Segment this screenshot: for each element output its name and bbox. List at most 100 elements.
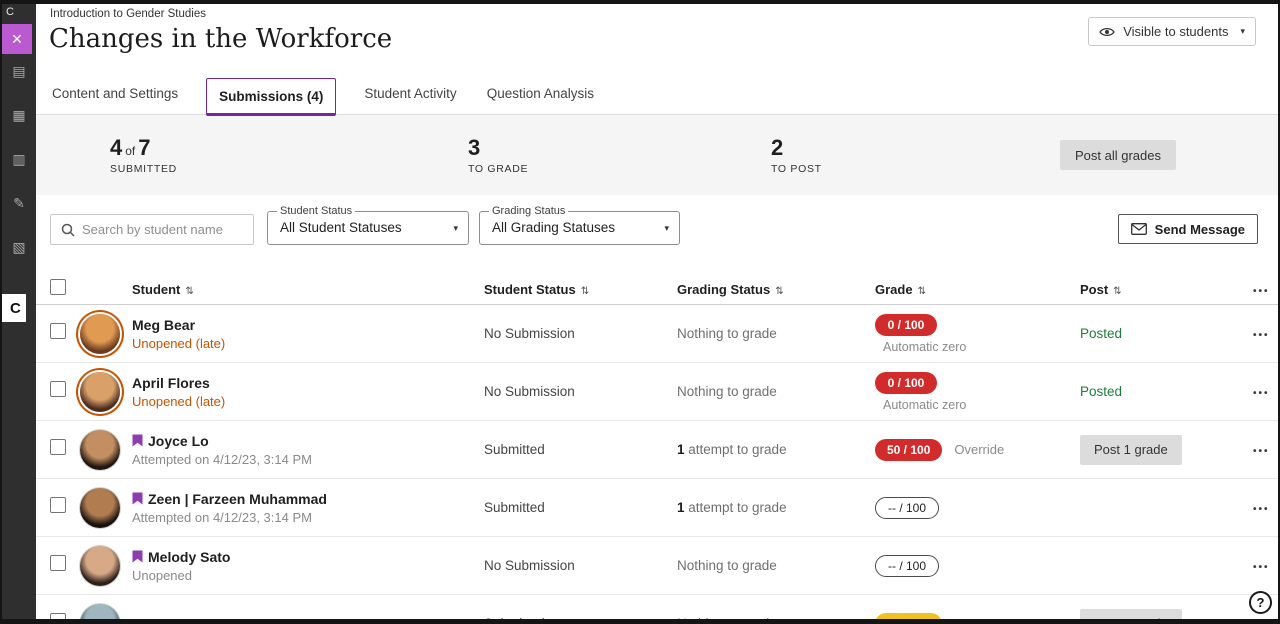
archive-icon[interactable]: ▤: [12, 64, 25, 78]
row-checkbox[interactable]: [50, 497, 66, 513]
tab-question-analysis[interactable]: Question Analysis: [485, 86, 596, 114]
student-subtext: Unopened (late): [132, 336, 484, 351]
bookmark-icon: [132, 550, 143, 563]
table-row: Melody Sato Unopened No Submission Nothi…: [36, 537, 1278, 595]
search-input[interactable]: [82, 222, 242, 237]
select-all-checkbox[interactable]: [50, 279, 66, 295]
pencil-icon[interactable]: ✎: [13, 196, 25, 210]
bookmark-icon: [132, 434, 143, 447]
submitted-total: 7: [138, 135, 150, 160]
column-header-post[interactable]: Post⇅: [1080, 282, 1227, 297]
column-header-student-status[interactable]: Student Status⇅: [484, 282, 677, 297]
grading-status-select[interactable]: Grading Status All Grading Statuses ▾: [479, 211, 680, 245]
grade-pill[interactable]: -- / 100: [875, 497, 939, 519]
grading-status-value: Nothing to grade: [677, 326, 875, 341]
grade-pill[interactable]: 70 / 100: [875, 613, 942, 624]
post-grade-button[interactable]: Post 1 grade: [1080, 609, 1182, 624]
send-message-label: Send Message: [1155, 222, 1245, 237]
column-header-grading-status[interactable]: Grading Status⇅: [677, 282, 875, 297]
grading-status-value: Nothing to grade: [677, 616, 875, 624]
clipboard-icon[interactable]: ▧: [12, 240, 25, 254]
student-status-select-label: Student Status: [277, 205, 355, 217]
to-grade-label: TO GRADE: [468, 163, 771, 175]
rail-icons: ▤ ▦ ▥ ✎ ▧: [2, 64, 36, 254]
help-icon: ?: [1257, 595, 1265, 610]
overflow-menu-icon[interactable]: •••: [1227, 286, 1270, 297]
student-name[interactable]: Arden Tuomala: [132, 616, 233, 624]
posted-label: Posted: [1080, 384, 1122, 399]
student-name[interactable]: Joyce Lo: [148, 433, 209, 449]
posted-label: Posted: [1080, 326, 1122, 341]
tab-submissions[interactable]: Submissions (4): [206, 78, 336, 116]
close-panel-button[interactable]: ✕: [2, 24, 32, 54]
avatar: [80, 430, 120, 470]
avatar: [80, 488, 120, 528]
overflow-menu-icon[interactable]: •••: [1227, 446, 1270, 457]
rail-letter-mid: C: [2, 294, 26, 322]
overflow-menu-icon[interactable]: •••: [1227, 504, 1270, 515]
submitted-of: of: [125, 144, 135, 158]
student-subtext: Unopened: [132, 568, 484, 583]
row-checkbox[interactable]: [50, 613, 66, 624]
override-label: Override: [954, 442, 1004, 457]
student-name[interactable]: Meg Bear: [132, 317, 195, 333]
grade-pill[interactable]: 0 / 100: [875, 314, 937, 336]
stat-submitted: 4of7 SUBMITTED: [110, 135, 468, 175]
grade-pill[interactable]: 50 / 100: [875, 439, 942, 461]
overflow-menu-icon[interactable]: •••: [1227, 388, 1270, 399]
sort-icon: ⇅: [775, 286, 783, 297]
chevron-down-icon: ▾: [453, 223, 458, 234]
document-icon[interactable]: ▥: [12, 152, 25, 166]
visibility-label: Visible to students: [1123, 24, 1228, 39]
stats-bar: 4of7 SUBMITTED 3 TO GRADE 2 TO POST Post…: [36, 115, 1278, 195]
stat-to-grade: 3 TO GRADE: [468, 135, 771, 175]
row-checkbox[interactable]: [50, 555, 66, 571]
student-subtext: Unopened (late): [132, 394, 484, 409]
post-grade-button[interactable]: Post 1 grade: [1080, 435, 1182, 465]
overflow-menu-icon[interactable]: •••: [1227, 620, 1270, 624]
grading-status-value: Nothing to grade: [677, 558, 875, 573]
grading-status-select-label: Grading Status: [489, 205, 568, 217]
help-button[interactable]: ?: [1249, 591, 1272, 614]
row-checkbox[interactable]: [50, 323, 66, 339]
tab-student-activity[interactable]: Student Activity: [362, 86, 458, 114]
column-header-grade[interactable]: Grade⇅: [875, 282, 1080, 297]
bookmark-icon: [132, 492, 143, 505]
student-name[interactable]: Zeen | Farzeen Muhammad: [148, 491, 327, 507]
post-all-grades-button[interactable]: Post all grades: [1060, 140, 1176, 170]
calculator-icon[interactable]: ▦: [12, 108, 25, 122]
table-row: Arden Tuomala Submitted Nothing to grade…: [36, 595, 1278, 624]
sort-icon: ⇅: [1113, 286, 1121, 297]
column-header-student[interactable]: Student⇅: [132, 282, 484, 297]
tab-content-and-settings[interactable]: Content and Settings: [50, 86, 180, 114]
student-status-value: No Submission: [484, 384, 677, 399]
avatar: [80, 546, 120, 586]
overflow-menu-icon[interactable]: •••: [1227, 562, 1270, 573]
rail-letter-top: C: [2, 4, 36, 18]
eye-icon: [1099, 26, 1115, 38]
sort-icon: ⇅: [581, 286, 589, 297]
breadcrumb[interactable]: Introduction to Gender Studies: [50, 8, 206, 20]
close-icon: ✕: [11, 31, 23, 48]
search-icon: [61, 223, 75, 237]
student-status-select[interactable]: Student Status All Student Statuses ▾: [267, 211, 469, 245]
row-checkbox[interactable]: [50, 439, 66, 455]
grades-table: Student⇅ Student Status⇅ Grading Status⇅…: [36, 275, 1278, 624]
grade-note: Automatic zero: [875, 340, 1080, 354]
student-name[interactable]: April Flores: [132, 375, 210, 391]
student-name[interactable]: Melody Sato: [148, 549, 230, 565]
grade-pill[interactable]: -- / 100: [875, 555, 939, 577]
submitted-count: 4: [110, 135, 122, 160]
student-status-value: No Submission: [484, 326, 677, 341]
row-checkbox[interactable]: [50, 381, 66, 397]
grade-note: Automatic zero: [875, 398, 1080, 412]
grade-pill[interactable]: 0 / 100: [875, 372, 937, 394]
overflow-menu-icon[interactable]: •••: [1227, 330, 1270, 341]
student-subtext: Attempted on 4/12/23, 3:14 PM: [132, 452, 484, 467]
visibility-dropdown-button[interactable]: Visible to students ▾: [1088, 17, 1256, 46]
to-grade-count: 3: [468, 135, 480, 160]
grading-status-value: Nothing to grade: [677, 384, 875, 399]
sort-icon: ⇅: [185, 286, 193, 297]
chevron-down-icon: ▾: [664, 223, 669, 234]
send-message-button[interactable]: Send Message: [1118, 214, 1258, 244]
